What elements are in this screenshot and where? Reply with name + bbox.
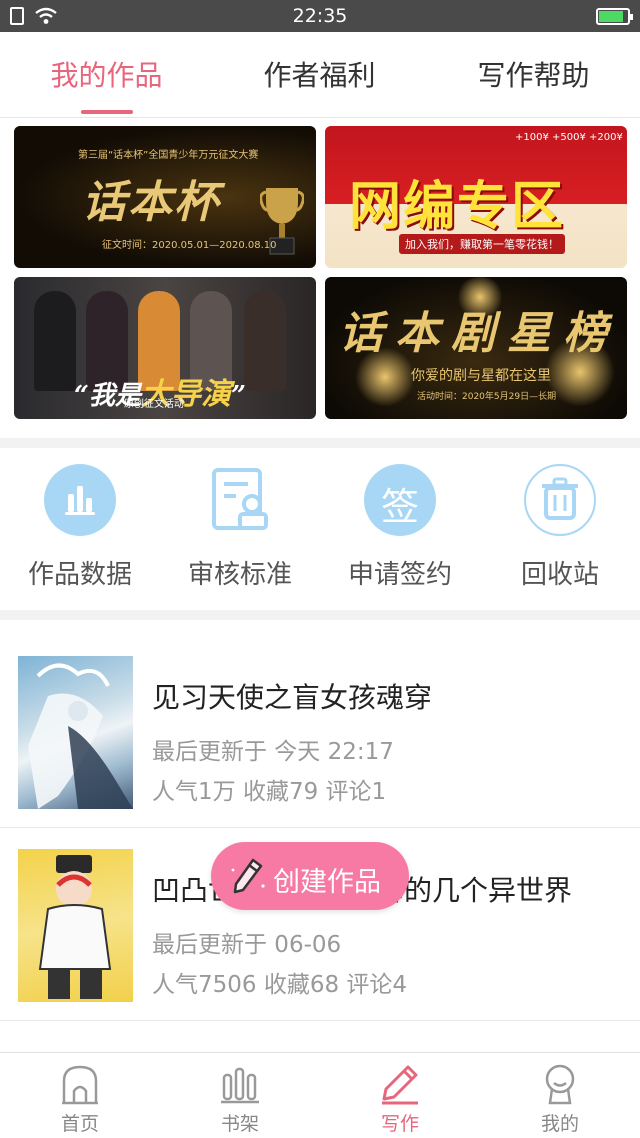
- work-updated: 最后更新于 06-06: [152, 932, 342, 958]
- banner-subtitle: 你爱的剧与星都在这里: [411, 368, 551, 384]
- tab-writing-help[interactable]: 写作帮助: [427, 54, 640, 94]
- pencil-icon: [231, 858, 265, 894]
- create-work-button[interactable]: 创建作品: [211, 842, 409, 910]
- status-bar: 22:35: [0, 0, 640, 32]
- banner-tagline: 加入我们，赚取第一笔零花钱！: [399, 234, 565, 254]
- banner-subtitle: 第三届“话本杯”全国青少年万元征文大赛: [78, 150, 259, 161]
- nav-label: 我的: [540, 1113, 579, 1135]
- nav-label: 写作: [380, 1113, 419, 1135]
- poster-figure: [244, 291, 286, 391]
- nav-home[interactable]: 首页: [0, 1053, 160, 1138]
- banner-editor-zone[interactable]: +100¥ +500¥ +200¥ 网编专区 加入我们，赚取第一笔零花钱！: [325, 126, 627, 268]
- work-updated: 最后更新于 今天 22:17: [152, 739, 394, 765]
- nav-label: 书架: [220, 1113, 259, 1135]
- bar-chart-icon: [44, 464, 116, 536]
- quick-action-label: 作品数据: [27, 560, 132, 590]
- tab-author-benefits[interactable]: 作者福利: [213, 54, 426, 94]
- work-title: 见习天使之盲女孩魂穿: [152, 681, 433, 714]
- works-data-button[interactable]: 作品数据: [0, 464, 160, 591]
- poster-figure: [34, 291, 76, 391]
- book-cover: [18, 656, 133, 809]
- quick-action-label: 审核标准: [187, 560, 292, 590]
- work-stats: 人气1万 收藏79 评论1: [152, 779, 387, 805]
- works-list: 见习天使之盲女孩魂穿 最后更新于 今天 22:17 人气1万 收藏79 评论1 …: [0, 620, 640, 1052]
- nav-label: 首页: [60, 1113, 99, 1135]
- top-tabs: 我的作品 作者福利 写作帮助: [0, 32, 640, 118]
- battery-icon: [596, 8, 633, 25]
- banner-drama-star-list[interactable]: 话本剧星榜 你爱的剧与星都在这里 活动时间：2020年5月29日—长期: [325, 277, 627, 419]
- banner-director-contest[interactable]: “我是大导演” 原创征文活动: [14, 277, 316, 419]
- active-tab-indicator: [81, 110, 133, 114]
- home-icon: [62, 1065, 98, 1105]
- banner-headline: 话本杯: [82, 177, 220, 228]
- banner-headline: 话本剧星榜: [339, 308, 619, 359]
- trash-icon: [524, 464, 596, 536]
- nav-write[interactable]: 写作: [320, 1053, 480, 1138]
- clock: 22:35: [292, 5, 348, 27]
- quick-actions: 作品数据 审核标准 签 申请签约 回收站: [0, 448, 640, 610]
- banner-headline: 网编专区: [349, 176, 566, 237]
- banner-bonus: +100¥ +500¥ +200¥: [515, 132, 623, 143]
- sign-icon: 签: [364, 464, 436, 536]
- banner-grid: 第三届“话本杯”全国青少年万元征文大赛 话本杯 征文时间：2020.05.01—…: [0, 118, 640, 438]
- nav-profile[interactable]: 我的: [480, 1053, 640, 1138]
- work-stats: 人气7506 收藏68 评论4: [152, 972, 408, 998]
- profile-icon: [545, 1064, 575, 1105]
- bookshelf-icon: [221, 1067, 259, 1104]
- tab-my-works[interactable]: 我的作品: [0, 54, 213, 94]
- quick-action-label: 回收站: [520, 560, 599, 590]
- recycle-bin-button[interactable]: 回收站: [480, 464, 640, 591]
- banner-date: 活动时间：2020年5月29日—长期: [417, 392, 557, 402]
- list-item[interactable]: 见习天使之盲女孩魂穿 最后更新于 今天 22:17 人气1万 收藏79 评论1: [0, 636, 640, 828]
- book-cover: [18, 849, 133, 1002]
- review-document-icon: [204, 464, 276, 536]
- apply-contract-button[interactable]: 签 申请签约: [320, 464, 480, 591]
- banner-subtitle: 原创征文活动: [124, 399, 184, 410]
- review-standards-button[interactable]: 审核标准: [160, 464, 320, 591]
- pencil-icon: [382, 1065, 418, 1105]
- bottom-nav: 首页 书架 写作 我的: [0, 1052, 640, 1138]
- quick-action-label: 申请签约: [347, 560, 452, 590]
- sign-glyph: 签: [380, 485, 419, 529]
- create-work-label: 创建作品: [273, 867, 381, 898]
- banner-date: 征文时间：2020.05.01—2020.08.10: [102, 240, 277, 251]
- nav-bookshelf[interactable]: 书架: [160, 1053, 320, 1138]
- banner-huaben-cup[interactable]: 第三届“话本杯”全国青少年万元征文大赛 话本杯 征文时间：2020.05.01—…: [14, 126, 316, 268]
